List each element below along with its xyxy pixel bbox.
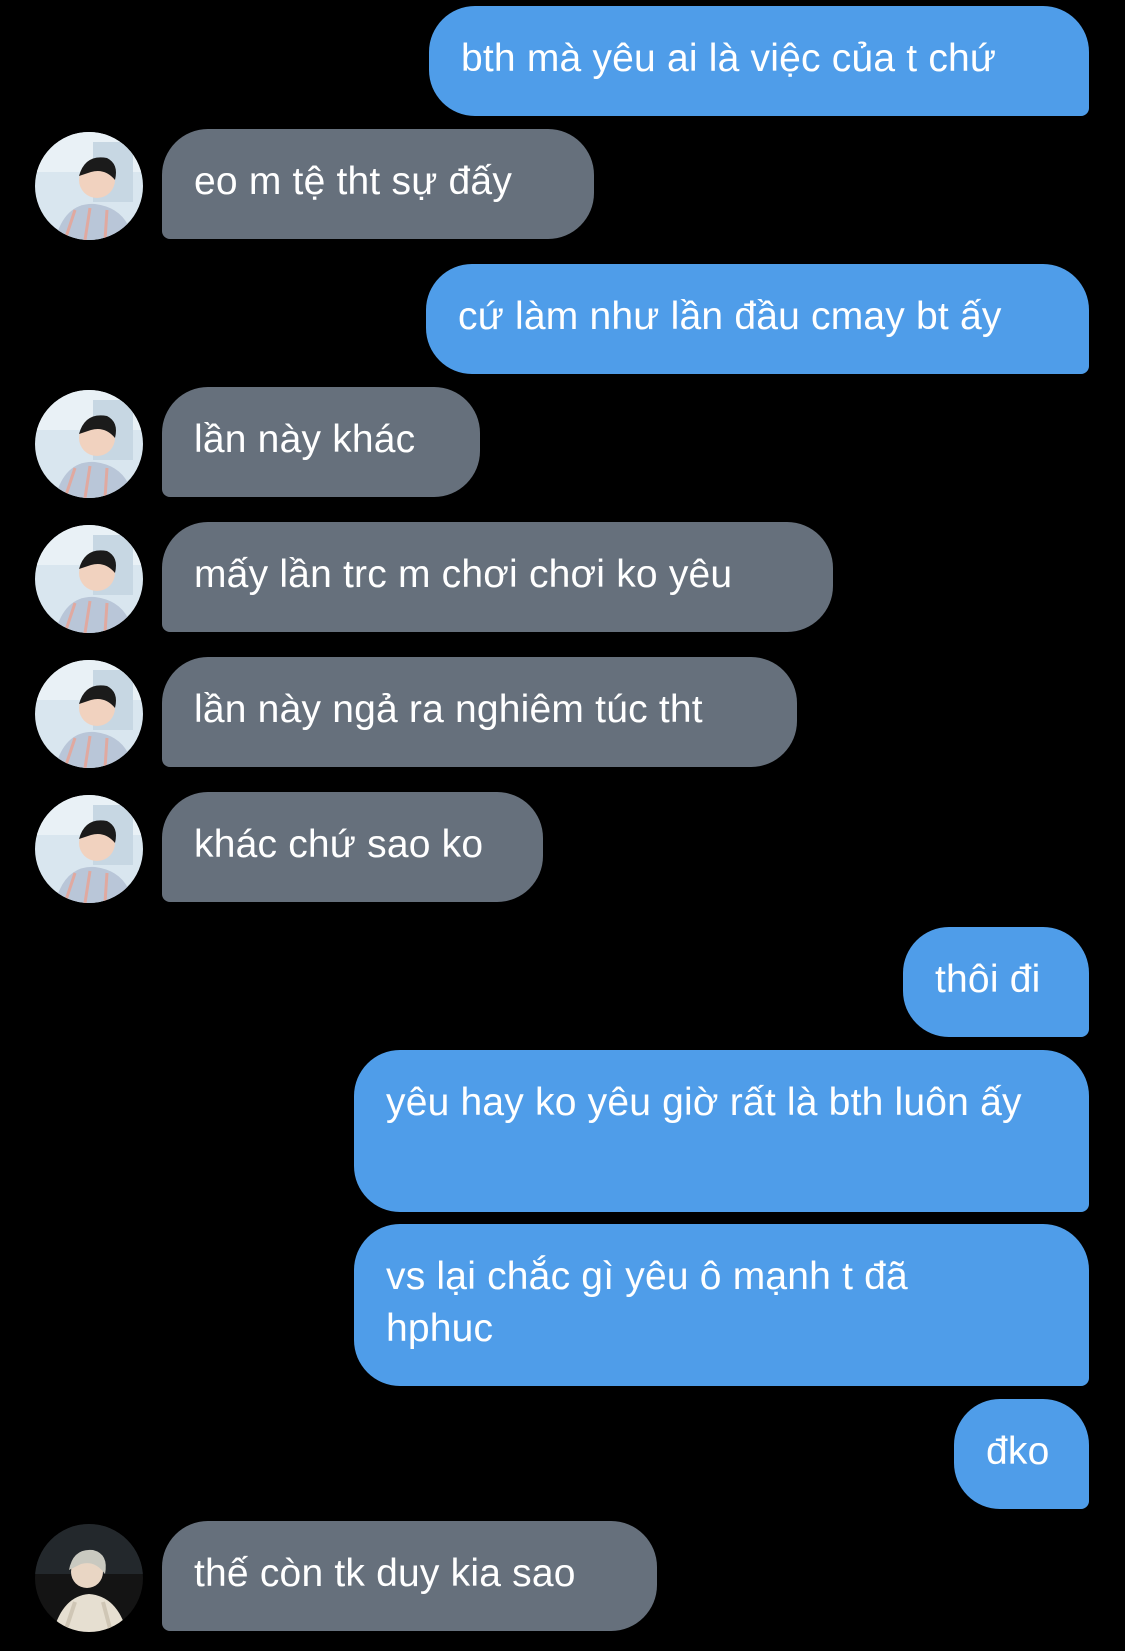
outgoing-message-bubble[interactable]: cứ làm như lần đầu cmay bt ấy <box>426 264 1089 374</box>
message-text: vs lại chắc gì yêu ô mạnh t đã hphuc <box>386 1255 908 1350</box>
message-text: mấy lần trc m chơi chơi ko yêu <box>194 553 733 596</box>
incoming-message-bubble[interactable]: khác chứ sao ko <box>162 792 543 902</box>
outgoing-message-bubble[interactable]: đko <box>954 1399 1089 1509</box>
outgoing-message-bubble[interactable]: thôi đi <box>903 927 1089 1037</box>
message-text: eo m tệ tht sự đấy <box>194 160 513 203</box>
contact-avatar-icon[interactable] <box>35 132 143 240</box>
message-text: yêu hay ko yêu giờ rất là bth luôn ấy <box>386 1081 1022 1124</box>
message-thread[interactable]: bth mà yêu ai là việc của t chứ eo m tệ … <box>0 0 1125 1651</box>
contact-avatar-dark-icon[interactable] <box>35 1524 143 1632</box>
outgoing-message-bubble[interactable]: vs lại chắc gì yêu ô mạnh t đã hphuc <box>354 1224 1089 1386</box>
message-text: khác chứ sao ko <box>194 823 484 866</box>
contact-avatar-icon[interactable] <box>35 795 143 903</box>
outgoing-message-bubble[interactable]: yêu hay ko yêu giờ rất là bth luôn ấy <box>354 1050 1089 1212</box>
incoming-message-bubble[interactable]: lần này ngả ra nghiêm túc tht <box>162 657 797 767</box>
message-text: cứ làm như lần đầu cmay bt ấy <box>458 295 1002 338</box>
incoming-message-bubble[interactable]: eo m tệ tht sự đấy <box>162 129 594 239</box>
contact-avatar-icon[interactable] <box>35 525 143 633</box>
outgoing-message-bubble[interactable]: bth mà yêu ai là việc của t chứ <box>429 6 1089 116</box>
incoming-message-bubble[interactable]: mấy lần trc m chơi chơi ko yêu <box>162 522 833 632</box>
message-text: thôi đi <box>935 958 1041 1001</box>
message-text: lần này khác <box>194 418 416 461</box>
message-text: lần này ngả ra nghiêm túc tht <box>194 688 703 731</box>
incoming-message-bubble[interactable]: thế còn tk duy kia sao <box>162 1521 657 1631</box>
incoming-message-bubble[interactable]: lần này khác <box>162 387 480 497</box>
contact-avatar-icon[interactable] <box>35 390 143 498</box>
contact-avatar-icon[interactable] <box>35 660 143 768</box>
message-text: bth mà yêu ai là việc của t chứ <box>461 37 997 80</box>
message-text: đko <box>986 1430 1050 1473</box>
message-text: thế còn tk duy kia sao <box>194 1552 576 1595</box>
